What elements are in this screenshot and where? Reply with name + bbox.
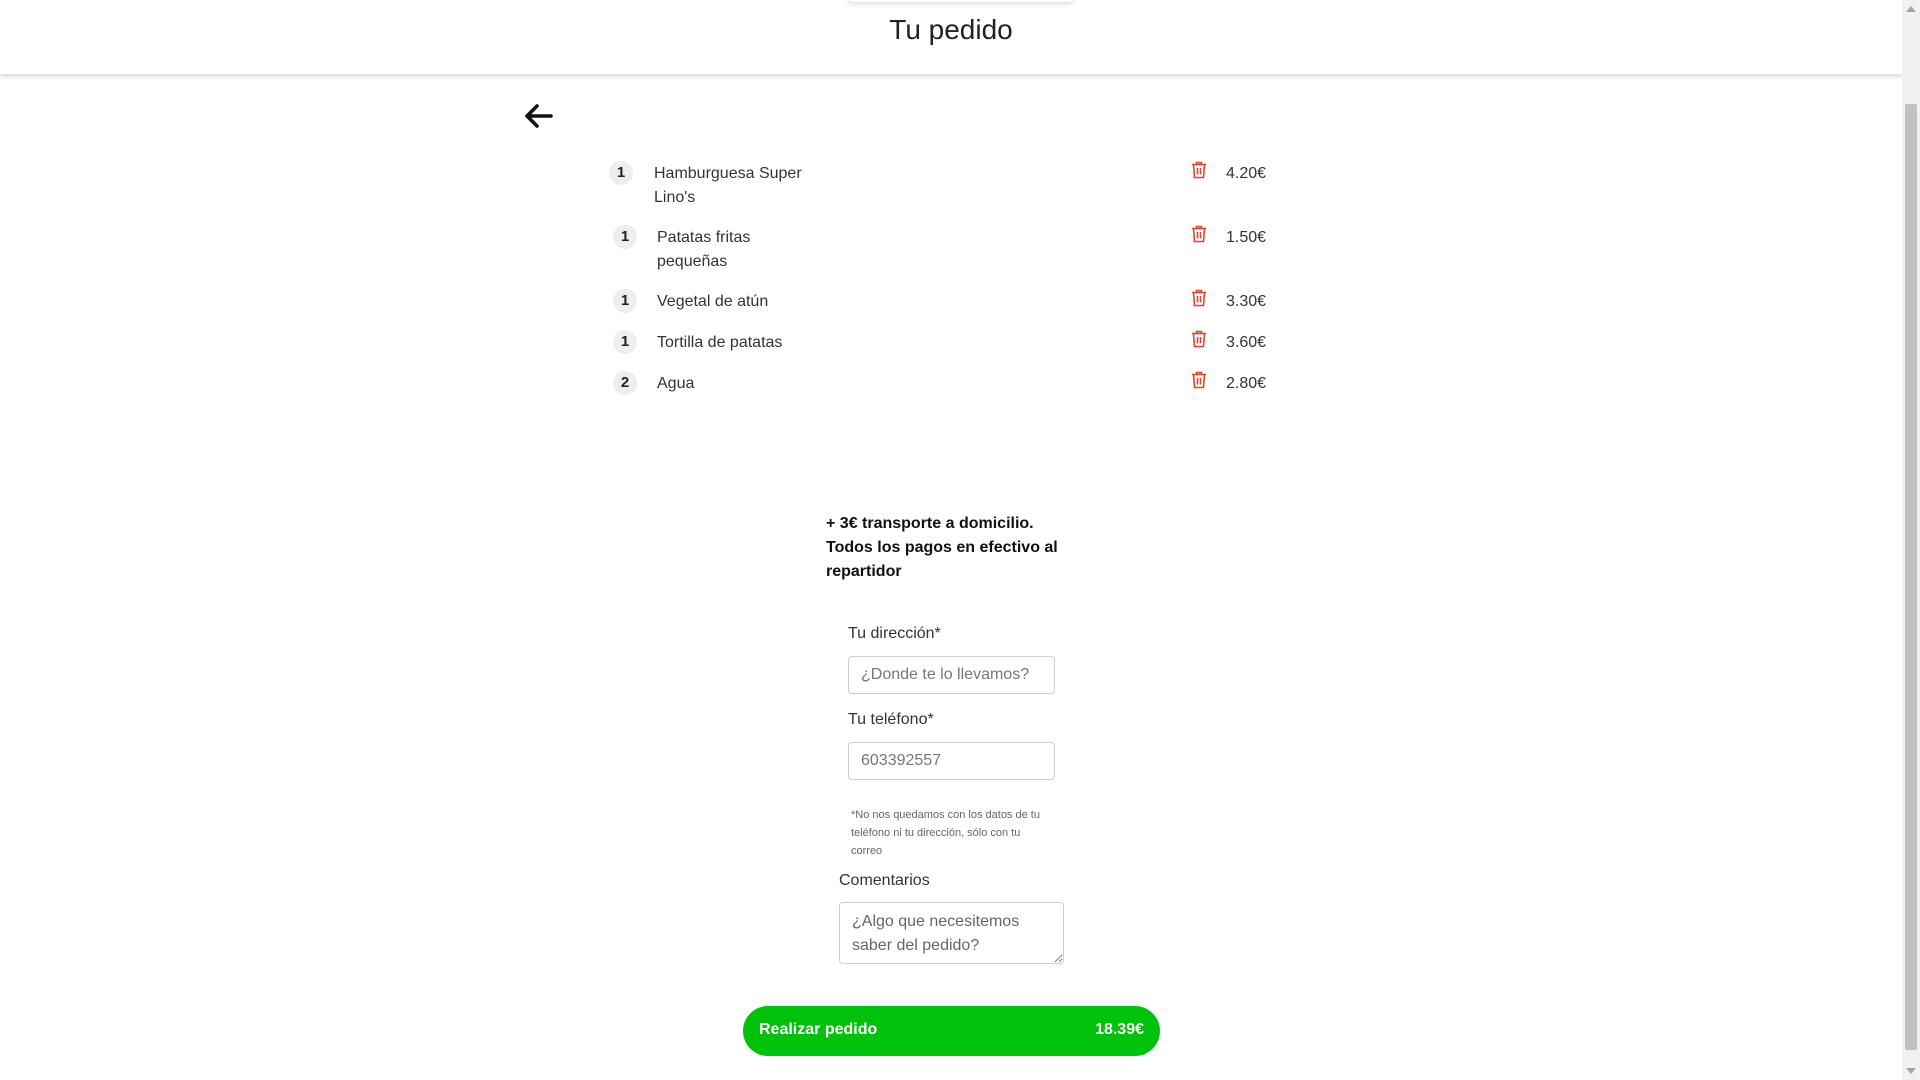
delete-item-button[interactable] [1190, 370, 1208, 390]
item-quantity-badge: 1 [613, 225, 637, 249]
item-price: 2.80€ [1226, 375, 1267, 392]
order-item: 1 Tortilla de patatas 3.60€ [610, 327, 1270, 368]
phone-input[interactable] [848, 742, 1055, 780]
trash-icon [1192, 330, 1206, 348]
item-quantity-badge: 2 [613, 371, 637, 395]
comments-textarea[interactable] [839, 902, 1064, 964]
header-tab [848, 0, 1074, 2]
item-name: Agua [657, 375, 695, 392]
place-order-label: Realizar pedido [759, 1021, 878, 1038]
order-item: 2 Agua 2.80€ [610, 368, 1270, 409]
place-order-button[interactable]: Realizar pedido 18.39€ [743, 1006, 1160, 1056]
item-price: 3.30€ [1226, 293, 1267, 310]
back-button[interactable] [521, 100, 557, 132]
delete-item-button[interactable] [1190, 160, 1208, 180]
trash-icon [1192, 371, 1206, 389]
page-header: Tu pedido [0, 0, 1902, 75]
item-price: 3.60€ [1226, 334, 1267, 351]
item-price: 1.50€ [1226, 229, 1267, 246]
scrollbar[interactable] [1902, 0, 1920, 1080]
order-items-list: 1 Hamburguesa Super Lino's 4.20€ 1 Patat… [609, 158, 1270, 409]
scroll-down-arrow-icon[interactable] [1906, 1068, 1916, 1074]
comments-label: Comentarios [839, 872, 930, 889]
scroll-up-arrow-icon[interactable] [1906, 6, 1916, 12]
delete-item-button[interactable] [1190, 329, 1208, 349]
phone-label: Tu teléfono* [848, 711, 934, 728]
item-name: Vegetal de atún [657, 293, 769, 310]
item-name: Tortilla de patatas [657, 334, 783, 351]
arrow-left-icon [525, 104, 553, 128]
item-price: 4.20€ [1226, 165, 1267, 182]
address-input[interactable] [848, 656, 1055, 694]
order-item: 1 Vegetal de atún 3.30€ [610, 286, 1270, 327]
page: Tu pedido 1 Hamburguesa Super Lino's 4.2… [0, 0, 1902, 1080]
delete-item-button[interactable] [1190, 288, 1208, 308]
item-quantity-badge: 1 [613, 289, 637, 313]
delete-item-button[interactable] [1190, 224, 1208, 244]
order-total: 18.39€ [1095, 1021, 1144, 1038]
scrollbar-thumb[interactable] [1905, 104, 1917, 1050]
item-quantity-badge: 1 [609, 161, 633, 185]
order-item: 1 Patatas fritas pequeñas 1.50€ [610, 222, 1270, 286]
item-name: Hamburguesa Super Lino's [654, 165, 802, 206]
trash-icon [1192, 289, 1206, 307]
delivery-note: + 3€ transporte a domicilio. Todos los p… [826, 515, 1058, 580]
item-quantity-badge: 1 [613, 330, 637, 354]
trash-icon [1192, 161, 1206, 179]
item-name: Patatas fritas pequeñas [657, 229, 751, 270]
page-title: Tu pedido [889, 14, 1013, 45]
order-item: 1 Hamburguesa Super Lino's 4.20€ [609, 158, 1270, 222]
address-label: Tu dirección* [848, 625, 941, 642]
privacy-note: *No nos quedamos con los datos de tu tel… [851, 809, 1040, 857]
trash-icon [1192, 225, 1206, 243]
